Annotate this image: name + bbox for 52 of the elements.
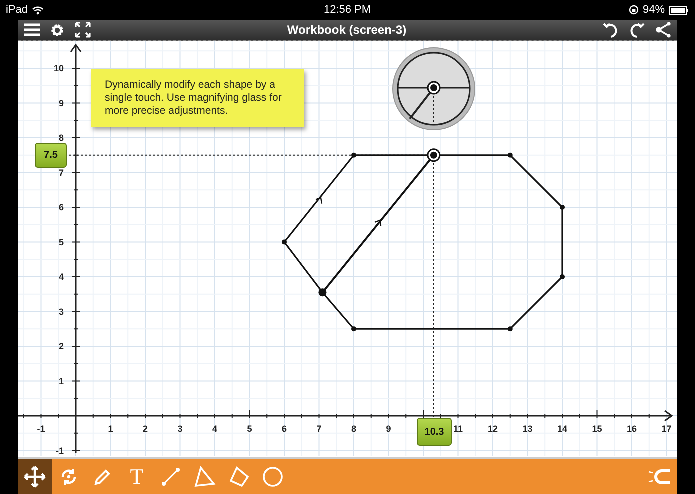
axis-label: 15 [592,424,602,434]
axis-label: 8 [352,424,356,434]
y-value-label[interactable]: 7.5 [35,143,67,168]
axis-label: -1 [37,424,46,434]
axis-label: 8 [58,133,64,143]
redo-icon[interactable] [629,22,645,38]
settings-icon[interactable] [50,22,65,38]
battery-percent: 94% [642,4,665,16]
clock: 12:56 PM [324,4,372,16]
axis-label: 1 [58,376,64,386]
axis-label: 7 [316,424,322,434]
axis-label: 6 [58,202,64,212]
move-tool[interactable] [18,459,52,494]
axis-label: 1 [108,424,114,434]
axis-label: 5 [58,237,64,248]
axis-label: 10 [54,64,64,74]
axis-label: -1 [56,446,64,456]
move-icon [24,466,46,488]
device-name: iPad [6,4,28,16]
axis-label: 7 [58,168,64,178]
rotation-lock-icon [628,5,639,15]
axis-label: 12 [488,424,498,434]
axis-label: 2 [58,342,64,352]
axis-label: 11 [454,424,463,434]
wifi-icon [32,6,44,14]
menu-icon[interactable] [24,23,40,37]
axis-label: 14 [558,424,568,434]
segment-icon [161,466,181,486]
axis-label: 16 [627,424,637,434]
rotate-icon [59,466,79,486]
axis-label: 2 [143,424,148,434]
axis-label: 4 [212,424,218,434]
axis-label: 13 [522,424,533,434]
x-value-label[interactable]: 10.3 [417,418,452,446]
triangle-icon [194,466,216,488]
circle-icon [262,466,284,488]
quadrilateral-icon [228,466,250,488]
hint-note: Dynamically modify each shape by a single touch. Use magnifying glass for more precise adjustments. [91,69,304,127]
axis-label: 5 [247,424,252,434]
axis-label: 9 [386,424,392,434]
axis-label: 17 [662,424,672,434]
axis-label: 4 [58,272,64,282]
window-title: Workbook (screen-3) [286,23,408,37]
axis-label: 9 [58,98,64,108]
magnet-icon [648,468,672,484]
axis-label: 6 [282,424,287,434]
battery-icon [669,6,689,14]
fullscreen-icon[interactable] [75,22,91,38]
axis-label: 3 [178,424,183,434]
undo-icon[interactable] [603,22,619,38]
axis-label: 3 [58,306,64,317]
share-icon[interactable] [655,22,671,38]
